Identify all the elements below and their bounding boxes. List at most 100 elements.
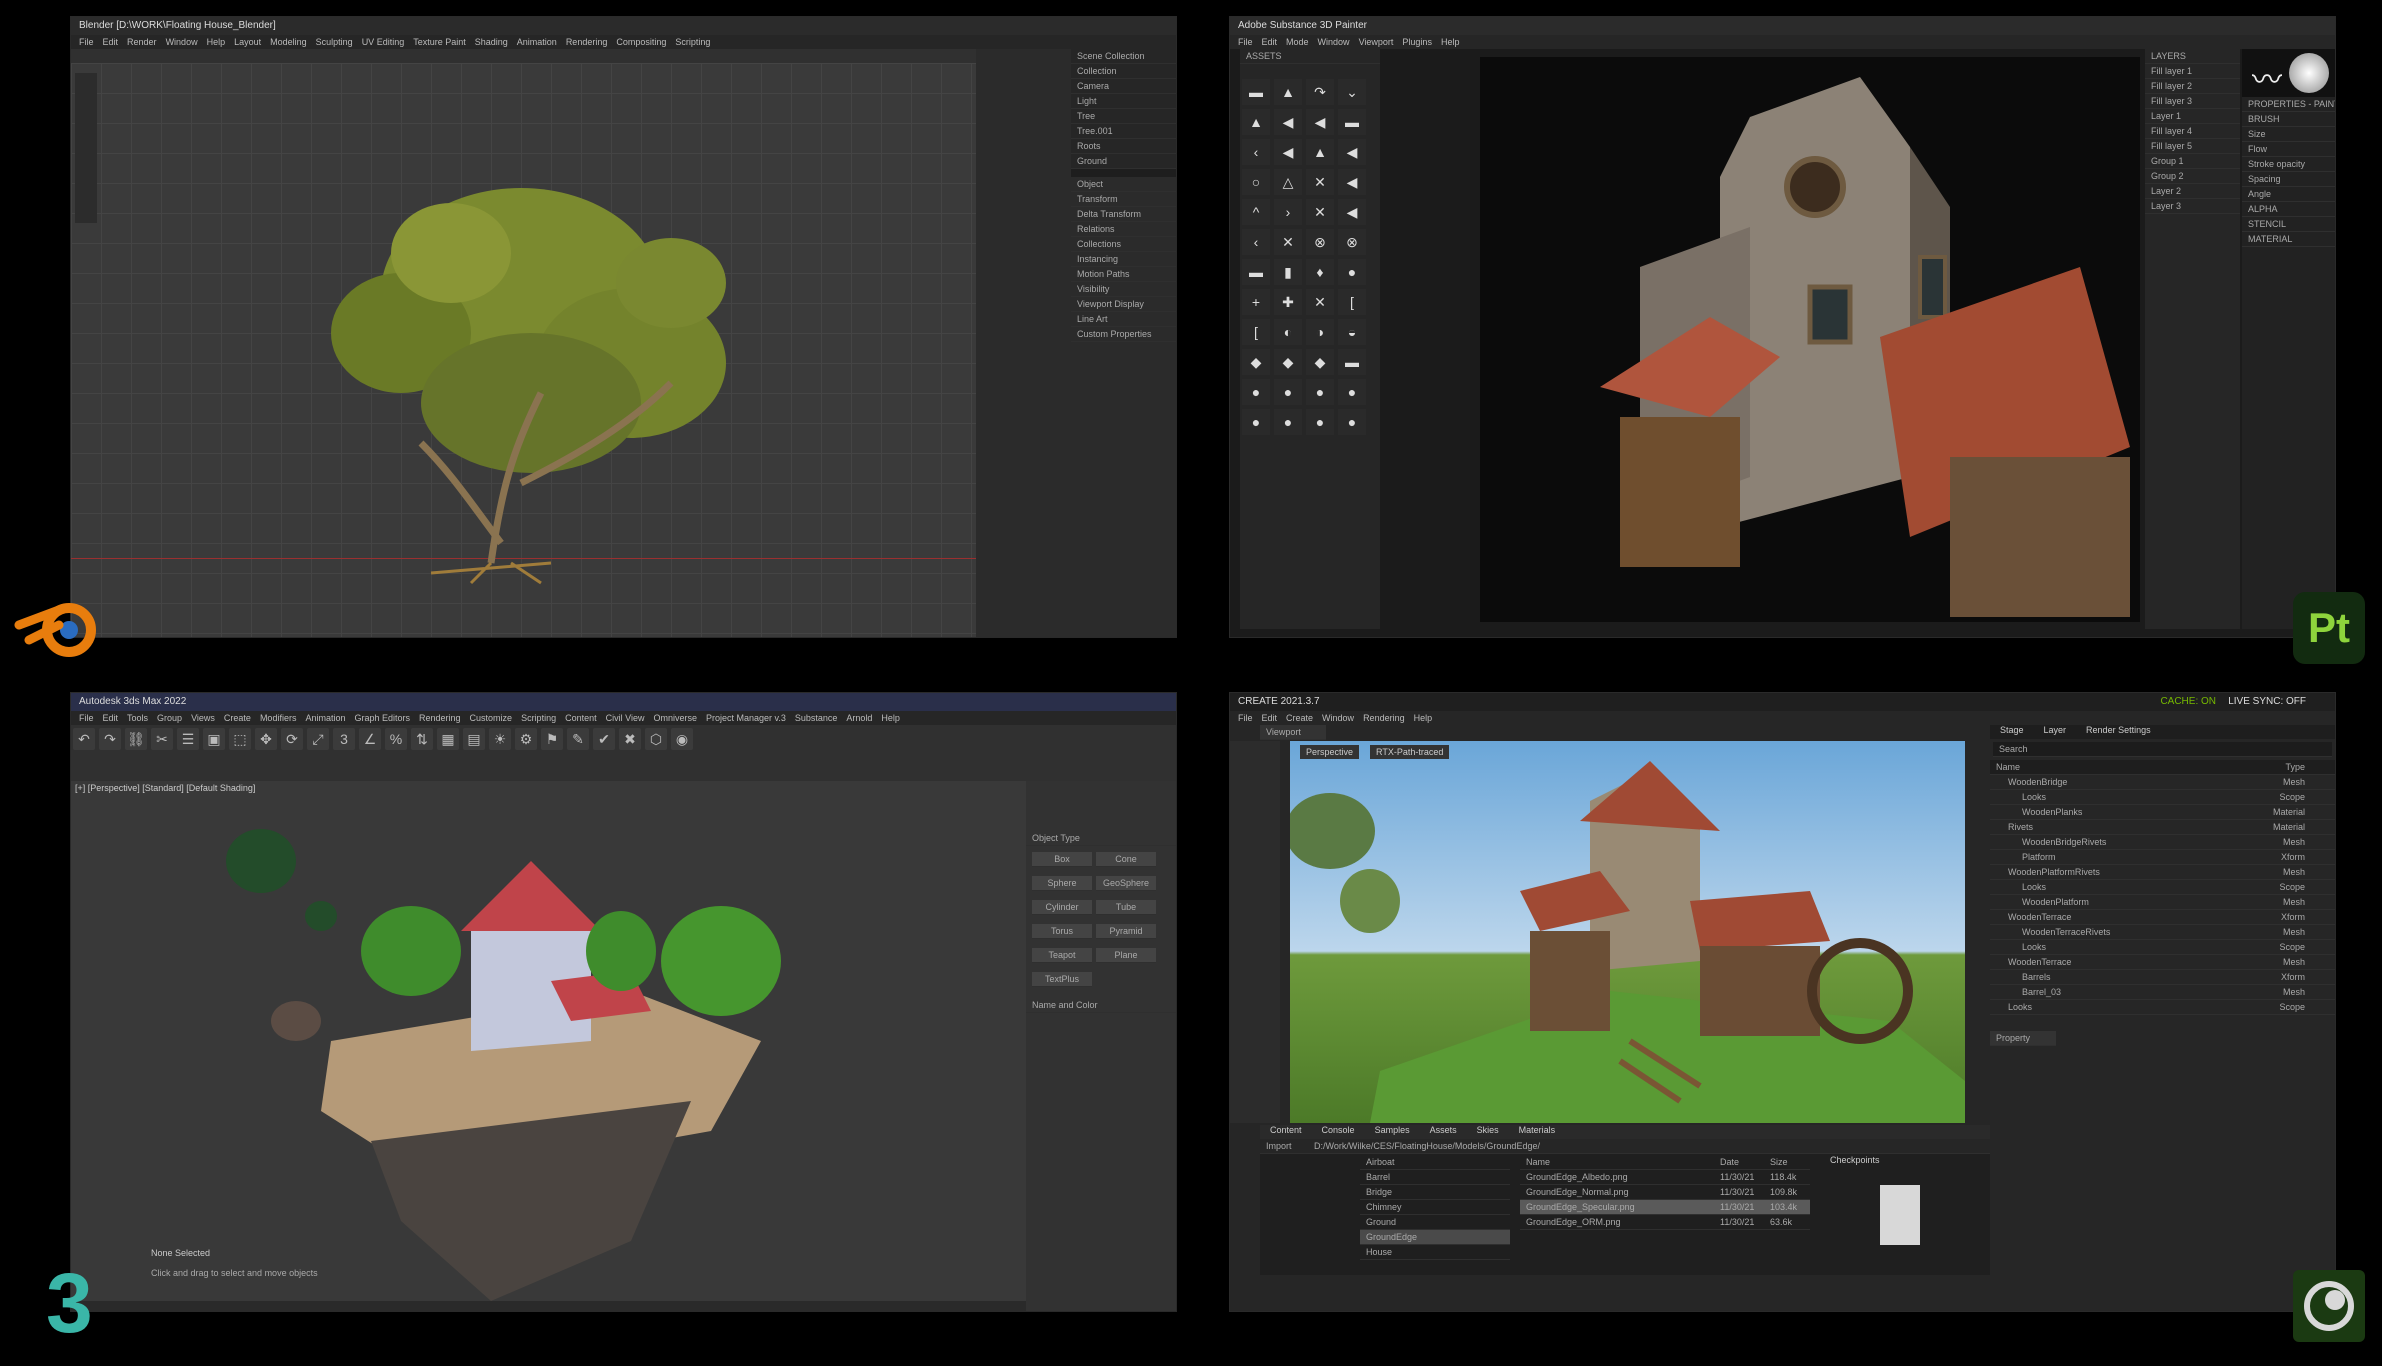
omni-menu-item[interactable]: Rendering	[1363, 713, 1405, 723]
stage-row[interactable]: WoodenBridge Mesh	[1990, 775, 2335, 790]
brush-preset-icon[interactable]: ◀	[1274, 139, 1302, 165]
max-menu-item[interactable]: Arnold	[846, 713, 872, 723]
toolbar-icon[interactable]: ✥	[255, 728, 277, 750]
brush-preset-icon[interactable]: [	[1242, 319, 1270, 345]
brush-preset-icon[interactable]: ▬	[1338, 109, 1366, 135]
object-type-button[interactable]: Sphere	[1032, 876, 1092, 891]
outliner-row[interactable]: Tree.001	[1071, 124, 1176, 139]
toolbar-icon[interactable]: ⬡	[645, 728, 667, 750]
folder-item[interactable]: GroundEdge	[1360, 1230, 1510, 1245]
brush-preset-icon[interactable]: ●	[1338, 379, 1366, 405]
toolbar-icon[interactable]: ⛓	[125, 728, 147, 750]
outliner-row[interactable]: Roots	[1071, 139, 1176, 154]
brush-preset-icon[interactable]: ●	[1306, 409, 1334, 435]
toolbar-icon[interactable]: ✎	[567, 728, 589, 750]
file-row[interactable]: GroundEdge_ORM.png 11/30/21 63.6k	[1520, 1215, 1810, 1230]
outliner-row[interactable]: Camera	[1071, 79, 1176, 94]
stage-row[interactable]: Platform Xform	[1990, 850, 2335, 865]
content-tab[interactable]: Materials	[1519, 1125, 1556, 1135]
max-menu-item[interactable]: Scripting	[521, 713, 556, 723]
outliner-row[interactable]: Collection	[1071, 64, 1176, 79]
blender-menu-item[interactable]: Sculpting	[316, 37, 353, 47]
object-type-button[interactable]: TextPlus	[1032, 972, 1092, 987]
content-tab[interactable]: Assets	[1430, 1125, 1457, 1135]
stage-row[interactable]: WoodenPlatformRivets Mesh	[1990, 865, 2335, 880]
floating-island-model[interactable]	[71, 781, 1026, 1301]
blender-menu-item[interactable]: UV Editing	[362, 37, 405, 47]
layer-row[interactable]: Layer 1	[2145, 109, 2240, 124]
brush-preset-icon[interactable]: ●	[1338, 259, 1366, 285]
blender-menu-item[interactable]: Rendering	[566, 37, 608, 47]
object-type-button[interactable]: Cone	[1096, 852, 1156, 867]
content-tab[interactable]: Content	[1270, 1125, 1302, 1135]
file-row[interactable]: GroundEdge_Normal.png 11/30/21 109.8k	[1520, 1185, 1810, 1200]
stage-tab[interactable]: Render Settings	[2086, 725, 2151, 735]
brush-preset-icon[interactable]: ▲	[1306, 139, 1334, 165]
properties-section[interactable]: Object	[1071, 177, 1176, 192]
brush-preset-icon[interactable]: ▮	[1274, 259, 1302, 285]
max-menu-item[interactable]: Project Manager v.3	[706, 713, 786, 723]
object-type-button[interactable]: Torus	[1032, 924, 1092, 939]
outliner-row[interactable]: Scene Collection	[1071, 49, 1176, 64]
omni-menu-item[interactable]: Create	[1286, 713, 1313, 723]
stage-row[interactable]: Barrel_03 Mesh	[1990, 985, 2335, 1000]
toolbar-icon[interactable]: ⟳	[281, 728, 303, 750]
layer-row[interactable]: Layer 3	[2145, 199, 2240, 214]
brush-preset-icon[interactable]: ●	[1338, 409, 1366, 435]
brush-preset-icon[interactable]: ◑	[1306, 319, 1334, 345]
outliner-row[interactable]: Light	[1071, 94, 1176, 109]
brush-preset-icon[interactable]: ◀	[1274, 109, 1302, 135]
toolbar-icon[interactable]: ⚑	[541, 728, 563, 750]
brush-preset-icon[interactable]: ◀	[1338, 199, 1366, 225]
brush-preset-icon[interactable]: ✚	[1274, 289, 1302, 315]
toolbar-icon[interactable]: ☰	[177, 728, 199, 750]
omni-viewport[interactable]: Perspective RTX-Path-traced	[1290, 741, 1965, 1123]
property-tab[interactable]: Property	[1990, 1031, 2056, 1046]
layer-row[interactable]: Fill layer 2	[2145, 79, 2240, 94]
brush-preset-icon[interactable]: ●	[1274, 379, 1302, 405]
brush-preset-icon[interactable]: ◆	[1306, 349, 1334, 375]
properties-section[interactable]: Collections	[1071, 237, 1176, 252]
toolbar-icon[interactable]: ↶	[73, 728, 95, 750]
stage-row[interactable]: Rivets Material	[1990, 820, 2335, 835]
object-type-button[interactable]: Box	[1032, 852, 1092, 867]
properties-section[interactable]: Instancing	[1071, 252, 1176, 267]
blender-menu-item[interactable]: Compositing	[616, 37, 666, 47]
object-type-button[interactable]: GeoSphere	[1096, 876, 1156, 891]
blender-menu-item[interactable]: Edit	[103, 37, 119, 47]
brush-preset-icon[interactable]: ✕	[1274, 229, 1302, 255]
omni-menu-item[interactable]: Edit	[1262, 713, 1278, 723]
toolbar-icon[interactable]: ⇅	[411, 728, 433, 750]
toolbar-icon[interactable]: ✂	[151, 728, 173, 750]
toolbar-icon[interactable]: ∠	[359, 728, 381, 750]
properties-section[interactable]: Custom Properties	[1071, 327, 1176, 342]
stage-search[interactable]: Search	[1993, 742, 2332, 757]
toolbar-icon[interactable]: ⚙	[515, 728, 537, 750]
properties-section[interactable]: Viewport Display	[1071, 297, 1176, 312]
max-menu-item[interactable]: Views	[191, 713, 215, 723]
max-menu-item[interactable]: Tools	[127, 713, 148, 723]
brush-preset-icon[interactable]: ◀	[1338, 169, 1366, 195]
layer-row[interactable]: Fill layer 5	[2145, 139, 2240, 154]
stage-tab[interactable]: Stage	[2000, 725, 2024, 735]
max-menu-item[interactable]: Civil View	[606, 713, 645, 723]
blender-menu-item[interactable]: Layout	[234, 37, 261, 47]
object-type-button[interactable]: Teapot	[1032, 948, 1092, 963]
stage-tab[interactable]: Layer	[2044, 725, 2067, 735]
layer-row[interactable]: Fill layer 3	[2145, 94, 2240, 109]
brush-preset-icon[interactable]: ✕	[1306, 169, 1334, 195]
blender-menu-item[interactable]: Help	[207, 37, 226, 47]
max-menu-item[interactable]: Omniverse	[653, 713, 697, 723]
stage-row[interactable]: WoodenTerrace Mesh	[1990, 955, 2335, 970]
omni-menu-item[interactable]: File	[1238, 713, 1253, 723]
max-menu-item[interactable]: Group	[157, 713, 182, 723]
brush-preset-icon[interactable]: ◆	[1274, 349, 1302, 375]
painter-menu-item[interactable]: Window	[1318, 37, 1350, 47]
layer-row[interactable]: Group 2	[2145, 169, 2240, 184]
brush-preset-icon[interactable]: ◒	[1338, 319, 1366, 345]
brush-preset-icon[interactable]: ↷	[1306, 79, 1334, 105]
toolbar-icon[interactable]: ⬚	[229, 728, 251, 750]
brush-preset-icon[interactable]: ▬	[1242, 79, 1270, 105]
max-menu-item[interactable]: Modifiers	[260, 713, 297, 723]
import-button[interactable]: Import	[1266, 1141, 1292, 1151]
